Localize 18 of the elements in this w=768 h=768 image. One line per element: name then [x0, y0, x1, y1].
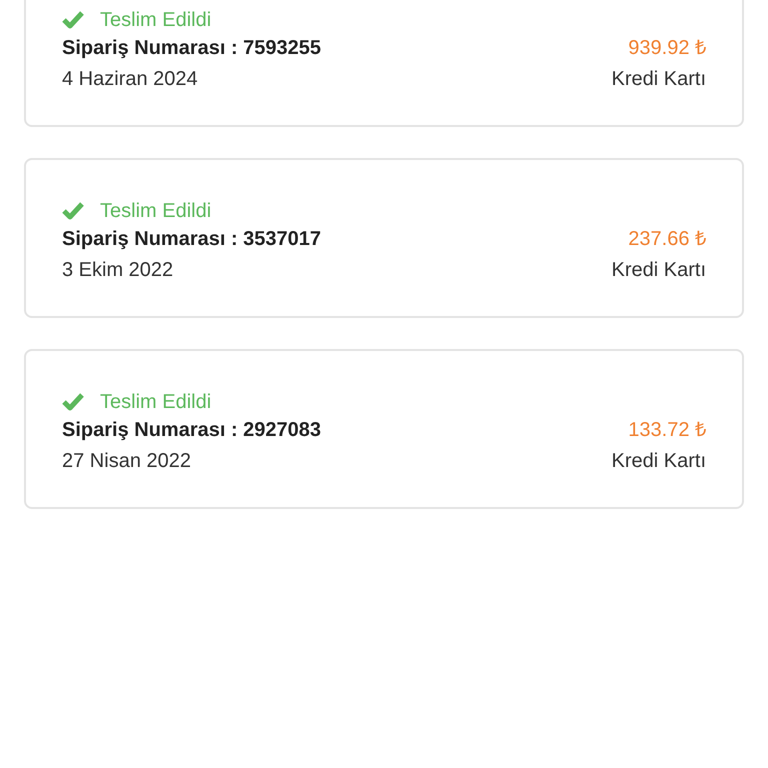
order-date: 4 Haziran 2024	[62, 67, 198, 92]
order-number: Sipariş Numarası : 2927083	[62, 418, 322, 443]
order-card[interactable]: Teslim Edildi Sipariş Numarası : 3537017 237.66 ₺ 3 Ekim 2022 Kredi Kartı	[24, 158, 744, 318]
order-status: Teslim Edildi	[100, 199, 212, 224]
order-price: 939.92 ₺	[628, 36, 706, 61]
order-status: Teslim Edildi	[100, 8, 212, 33]
order-date: 3 Ekim 2022	[62, 258, 174, 283]
order-date: 27 Nisan 2022	[62, 449, 191, 474]
order-card[interactable]: Teslim Edildi Sipariş Numarası : 7593255 939.92 ₺ 4 Haziran 2024 Kredi Kartı	[24, 0, 744, 127]
order-status: Teslim Edildi	[100, 390, 212, 415]
order-card[interactable]: Teslim Edildi Sipariş Numarası : 2927083 133.72 ₺ 27 Nisan 2022 Kredi Kartı	[24, 349, 744, 509]
order-number: Sipariş Numarası : 3537017	[62, 227, 322, 252]
payment-method: Kredi Kartı	[612, 67, 706, 92]
order-price: 237.66 ₺	[628, 227, 706, 252]
order-number: Sipariş Numarası : 7593255	[62, 36, 322, 61]
payment-method: Kredi Kartı	[612, 258, 706, 283]
order-price: 133.72 ₺	[628, 418, 706, 443]
payment-method: Kredi Kartı	[612, 449, 706, 474]
